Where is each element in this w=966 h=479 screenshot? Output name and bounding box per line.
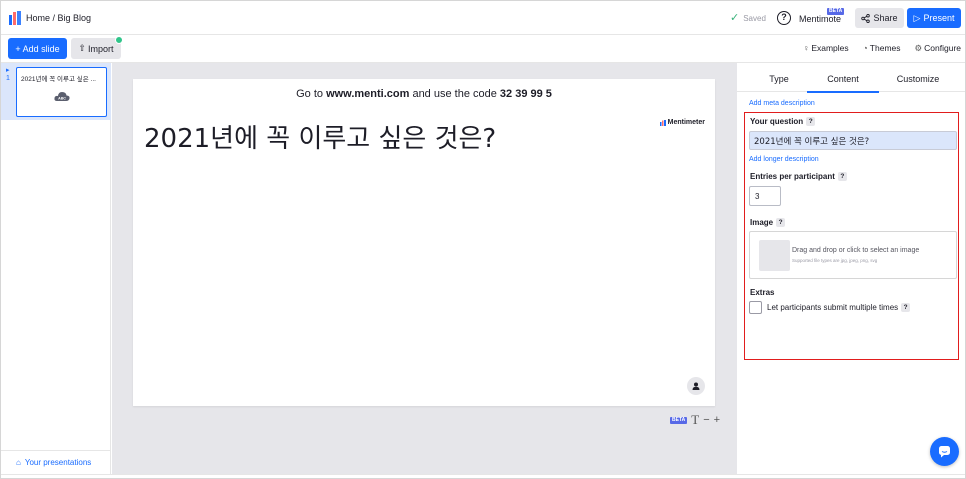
slide-settings-panel: Type Content Customize Add meta descript… — [737, 63, 965, 474]
join-url: www.menti.com — [326, 88, 410, 100]
canvas-beta-badge: BETA — [670, 416, 688, 424]
canvas-tools: BETA T − + — [670, 412, 720, 428]
share-button[interactable]: Share — [855, 8, 904, 28]
bottom-strip — [1, 474, 965, 478]
your-presentations-label: Your presentations — [24, 458, 92, 467]
slide-brand-label: Mentimeter — [667, 119, 705, 126]
examples-label: Examples — [811, 43, 849, 53]
breadcrumb[interactable]: Home / Big Blog — [26, 13, 91, 23]
tab-type[interactable]: Type — [743, 74, 815, 84]
slide-preview[interactable]: Go to www.menti.com and use the code 32 … — [133, 79, 715, 406]
multiple-submissions-text: Let participants submit multiple times — [767, 303, 899, 312]
person-icon — [692, 382, 700, 390]
image-dropzone[interactable]: Drag and drop or click to select an imag… — [749, 231, 957, 279]
saved-label: Saved — [743, 14, 766, 23]
slide-number: ▸ 1 — [6, 67, 10, 83]
saved-status: ✓ Saved — [730, 13, 766, 24]
configure-link[interactable]: ⚙ Configure — [915, 43, 961, 54]
lightbulb-icon: ♀ — [802, 43, 810, 53]
image-drop-text: Drag and drop or click to select an imag… — [792, 247, 920, 254]
chat-icon — [939, 446, 950, 458]
import-notification-dot — [115, 36, 123, 44]
slide-question: 2021년에 꼭 이루고 싶은 것은? — [144, 124, 497, 154]
tab-customize[interactable]: Customize — [882, 74, 954, 84]
image-placeholder-icon — [759, 240, 790, 271]
slide-thumbnail[interactable]: 2021년에 꼭 이루고 싶은 ... ABC — [16, 67, 107, 117]
chat-support-button[interactable] — [930, 437, 959, 466]
help-button[interactable]: ? — [777, 11, 791, 25]
panel-tabs: Type Content Customize — [737, 63, 965, 93]
share-icon — [861, 13, 871, 23]
mentimeter-brand-icon — [659, 119, 666, 126]
word-cloud-icon: ABC — [54, 92, 70, 101]
your-question-text: Your question — [750, 117, 804, 126]
play-icon: ▷ — [913, 12, 921, 23]
slide-canvas-area: Go to www.menti.com and use the code 32 … — [112, 63, 737, 474]
slide-brand: Mentimeter — [659, 119, 705, 126]
upload-icon: ⇧ — [78, 43, 87, 53]
slide-number-text: 1 — [6, 75, 10, 82]
app-window: Home / Big Blog ✓ Saved ? Mentimote BETA… — [0, 0, 966, 479]
join-middle: and use the code — [409, 88, 500, 100]
image-label-text: Image — [750, 218, 774, 227]
join-instructions: Go to www.menti.com and use the code 32 … — [133, 88, 715, 100]
participant-icon[interactable] — [687, 377, 705, 395]
share-label: Share — [873, 13, 898, 23]
themes-label: Themes — [869, 43, 901, 53]
entries-input[interactable]: 3 — [749, 186, 781, 206]
image-supported-text: Supported file types are jpg, jpeg, png,… — [792, 258, 878, 263]
mentimote-button[interactable]: Mentimote — [799, 14, 841, 24]
multiple-submissions-label: Let participants submit multiple times ? — [767, 303, 911, 312]
entries-label-text: Entries per participant — [750, 172, 835, 181]
question-help-icon[interactable]: ? — [806, 117, 816, 126]
image-label: Image ? — [750, 218, 786, 227]
svg-text:ABC: ABC — [58, 96, 66, 100]
multiple-submissions-checkbox[interactable] — [749, 301, 762, 314]
palette-icon: ◔ — [862, 43, 868, 53]
image-help-icon[interactable]: ? — [776, 218, 786, 227]
themes-link[interactable]: ◔ Themes — [863, 43, 901, 54]
play-indicator-icon: ▸ — [6, 67, 10, 74]
multiple-help-icon[interactable]: ? — [901, 303, 911, 312]
zoom-out-button[interactable]: − — [703, 414, 709, 426]
entries-help-icon[interactable]: ? — [837, 172, 847, 181]
toolbar-links: ♀ Examples ◔ Themes ⚙ Configure — [803, 43, 961, 54]
slide-thumbnail-title: 2021년에 꼭 이루고 싶은 ... — [21, 76, 96, 83]
import-button[interactable]: ⇧ Import — [71, 38, 121, 59]
gear-icon: ⚙ — [914, 43, 923, 53]
import-label: Import — [88, 43, 114, 54]
slide-list-sidebar: ▸ 1 2021년에 꼭 이루고 싶은 ... ABC ⌂ Your prese… — [1, 63, 111, 474]
join-code: 32 39 99 5 — [499, 88, 552, 100]
text-size-icon[interactable]: T — [691, 412, 699, 428]
slide-list-item[interactable]: ▸ 1 2021년에 꼭 이루고 싶은 ... ABC — [1, 63, 111, 120]
add-longer-description-link[interactable]: Add longer description — [749, 156, 819, 163]
check-icon: ✓ — [730, 12, 740, 24]
extras-label: Extras — [750, 288, 775, 297]
mentimeter-logo-icon[interactable] — [9, 11, 22, 25]
add-meta-description-link[interactable]: Add meta description — [749, 100, 815, 107]
entries-label: Entries per participant ? — [750, 172, 847, 181]
tab-content[interactable]: Content — [807, 74, 879, 93]
zoom-in-button[interactable]: + — [714, 414, 720, 426]
home-icon: ⌂ — [16, 458, 21, 467]
your-presentations-link[interactable]: ⌂ Your presentations — [1, 450, 111, 474]
top-bar: Home / Big Blog ✓ Saved ? Mentimote BETA… — [1, 1, 965, 35]
add-slide-button[interactable]: + Add slide — [8, 38, 67, 59]
present-label: Present — [923, 13, 955, 23]
join-prefix: Go to — [296, 88, 327, 100]
mentimote-beta-badge: BETA — [827, 8, 845, 15]
examples-link[interactable]: ♀ Examples — [803, 43, 849, 54]
question-input[interactable]: 2021년에 꼭 이루고 싶은 것은? — [749, 131, 957, 150]
your-question-label: Your question ? — [750, 117, 816, 126]
present-button[interactable]: ▷ Present — [907, 8, 961, 28]
configure-label: Configure — [924, 43, 961, 53]
editor-toolbar: + Add slide ⇧ Import ♀ Examples ◔ Themes ⚙… — [1, 35, 965, 63]
